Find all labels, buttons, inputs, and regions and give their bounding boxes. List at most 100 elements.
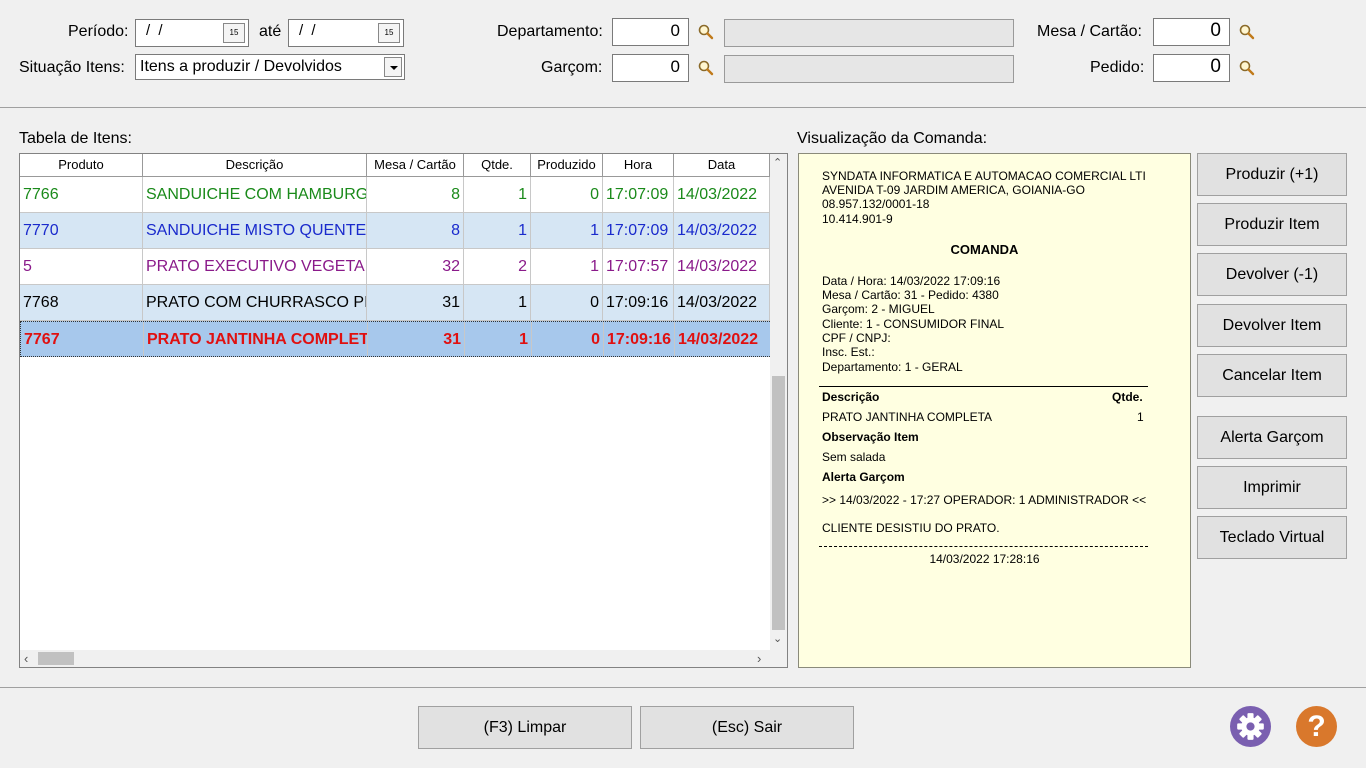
company-address: AVENIDA T-09 JARDIM AMERICA, GOIANIA-GO	[822, 183, 1085, 197]
limpar-button[interactable]: (F3) Limpar	[418, 706, 632, 749]
pedido-field[interactable]: 0	[1153, 54, 1230, 82]
cell-data: 14/03/2022	[675, 322, 771, 356]
cell-hora: 17:09:16	[603, 285, 674, 320]
cell-qtde: 2	[464, 249, 531, 284]
comanda-alerta-line: >> 14/03/2022 - 17:27 OPERADOR: 1 ADMINI…	[822, 493, 1147, 507]
produzir-mais-button[interactable]: Produzir (+1)	[1197, 153, 1347, 196]
scroll-right-arrow[interactable]: ›	[757, 651, 761, 666]
comanda-cpf: CPF / CNPJ:	[822, 331, 891, 345]
comanda-garcom: Garçom: 2 - MIGUEL	[822, 302, 935, 316]
column-header-hora[interactable]: Hora	[603, 154, 674, 176]
scroll-up-arrow[interactable]: ⌃	[773, 156, 782, 169]
cell-descricao: PRATO COM CHURRASCO PICANHA	[143, 285, 367, 320]
cell-data: 14/03/2022	[674, 213, 770, 248]
horizontal-scroll-thumb[interactable]	[38, 652, 74, 665]
horizontal-scrollbar[interactable]: ‹ ›	[20, 650, 787, 667]
devolver-menos-button[interactable]: Devolver (-1)	[1197, 253, 1347, 296]
comanda-alerta-label: Alerta Garçom	[822, 470, 905, 484]
cell-qtde: 1	[464, 213, 531, 248]
table-row[interactable]: 7766 SANDUICHE COM HAMBURGUER 8 1 0 17:0…	[20, 177, 770, 213]
calendar-icon[interactable]: 15	[378, 23, 400, 43]
chevron-down-icon[interactable]	[384, 57, 402, 77]
imprimir-button[interactable]: Imprimir	[1197, 466, 1347, 509]
search-icon[interactable]	[697, 23, 715, 41]
alerta-garcom-button[interactable]: Alerta Garçom	[1197, 416, 1347, 459]
cell-hora: 17:09:16	[604, 322, 675, 356]
date-from-field[interactable]: / / 15	[135, 19, 249, 47]
comanda-insc: Insc. Est.:	[822, 345, 875, 359]
periodo-label: Período:	[68, 23, 129, 40]
cell-descricao: SANDUICHE MISTO QUENTE	[143, 213, 367, 248]
gear-icon[interactable]	[1230, 706, 1271, 747]
garcom-field[interactable]: 0	[612, 54, 689, 82]
cell-data: 14/03/2022	[674, 249, 770, 284]
cell-data: 14/03/2022	[674, 177, 770, 212]
comanda-heading: COMANDA	[950, 242, 1019, 257]
table-row-selected[interactable]: 7767 PRATO JANTINHA COMPLETA 31 1 0 17:0…	[20, 321, 772, 357]
cell-produzido: 0	[532, 322, 604, 356]
produzir-item-button[interactable]: Produzir Item	[1197, 203, 1347, 246]
comanda-cliente: Cliente: 1 - CONSUMIDOR FINAL	[822, 317, 1005, 331]
column-header-mesa[interactable]: Mesa / Cartão	[367, 154, 464, 176]
vertical-scroll-thumb[interactable]	[772, 376, 785, 630]
cell-qtde: 1	[465, 322, 532, 356]
cell-mesa: 32	[367, 249, 464, 284]
comanda-title: Visualização da Comanda:	[797, 130, 988, 147]
comanda-data-hora: Data / Hora: 14/03/2022 17:09:16	[822, 274, 1001, 288]
column-header-descricao[interactable]: Descrição	[143, 154, 367, 176]
mesa-field[interactable]: 0	[1153, 18, 1230, 46]
footer-divider	[0, 687, 1366, 688]
items-table[interactable]: Produto Descrição Mesa / Cartão Qtde. Pr…	[19, 153, 788, 668]
scroll-down-arrow[interactable]: ⌄	[773, 632, 782, 645]
mesa-label: Mesa / Cartão:	[1037, 23, 1142, 40]
comanda-obs-label: Observação Item	[822, 430, 919, 444]
devolver-item-button[interactable]: Devolver Item	[1197, 304, 1347, 347]
departamento-label: Departamento:	[497, 23, 603, 40]
table-row[interactable]: 5 PRATO EXECUTIVO VEGETARIANO 32 2 1 17:…	[20, 249, 770, 285]
comanda-preview: SYNDATA INFORMATICA E AUTOMACAO COMERCIA…	[798, 153, 1191, 668]
column-header-data[interactable]: Data	[674, 154, 770, 176]
date-to-field[interactable]: / / 15	[288, 19, 404, 47]
teclado-virtual-button[interactable]: Teclado Virtual	[1197, 516, 1347, 559]
table-header: Produto Descrição Mesa / Cartão Qtde. Pr…	[20, 154, 770, 177]
garcom-name-display	[724, 55, 1014, 83]
column-header-qtde[interactable]: Qtde.	[464, 154, 531, 176]
cell-produto: 5	[20, 249, 143, 284]
column-header-produzido[interactable]: Produzido	[531, 154, 603, 176]
cell-mesa: 31	[367, 285, 464, 320]
help-icon[interactable]: ?	[1296, 706, 1337, 747]
cell-produzido: 1	[531, 213, 603, 248]
scroll-left-arrow[interactable]: ‹	[24, 651, 28, 666]
cell-data: 14/03/2022	[674, 285, 770, 320]
cell-mesa: 31	[368, 322, 465, 356]
search-icon[interactable]	[697, 59, 715, 77]
comanda-departamento: Departamento: 1 - GERAL	[822, 360, 963, 374]
cell-descricao: PRATO JANTINHA COMPLETA	[144, 322, 368, 356]
cell-produto: 7766	[20, 177, 143, 212]
search-icon[interactable]	[1238, 59, 1256, 77]
comanda-item-desc: PRATO JANTINHA COMPLETA	[822, 410, 993, 424]
cell-hora: 17:07:57	[603, 249, 674, 284]
cancelar-item-button[interactable]: Cancelar Item	[1197, 354, 1347, 397]
comanda-mesa-pedido: Mesa / Cartão: 31 - Pedido: 4380	[822, 288, 999, 302]
cell-mesa: 8	[367, 177, 464, 212]
comanda-item-qtde: 1	[1137, 410, 1144, 424]
calendar-icon[interactable]: 15	[223, 23, 245, 43]
sair-button[interactable]: (Esc) Sair	[640, 706, 854, 749]
situacao-label: Situação Itens:	[19, 59, 125, 76]
comanda-col-descricao: Descrição	[822, 390, 880, 404]
column-header-produto[interactable]: Produto	[20, 154, 143, 176]
company-cnpj: 08.957.132/0001-18	[822, 197, 930, 211]
company-ie: 10.414.901-9	[822, 212, 893, 226]
situacao-select[interactable]: Itens a produzir / Devolvidos	[135, 54, 405, 80]
date-from-value: / /	[146, 22, 165, 39]
vertical-scrollbar[interactable]: ⌃ ⌄	[770, 154, 787, 650]
comanda-obs-value: Sem salada	[822, 450, 886, 464]
table-title: Tabela de Itens:	[19, 130, 132, 147]
search-icon[interactable]	[1238, 23, 1256, 41]
cell-qtde: 1	[464, 177, 531, 212]
table-row[interactable]: 7770 SANDUICHE MISTO QUENTE 8 1 1 17:07:…	[20, 213, 770, 249]
departamento-field[interactable]: 0	[612, 18, 689, 46]
cell-hora: 17:07:09	[603, 177, 674, 212]
table-row[interactable]: 7768 PRATO COM CHURRASCO PICANHA 31 1 0 …	[20, 285, 770, 321]
